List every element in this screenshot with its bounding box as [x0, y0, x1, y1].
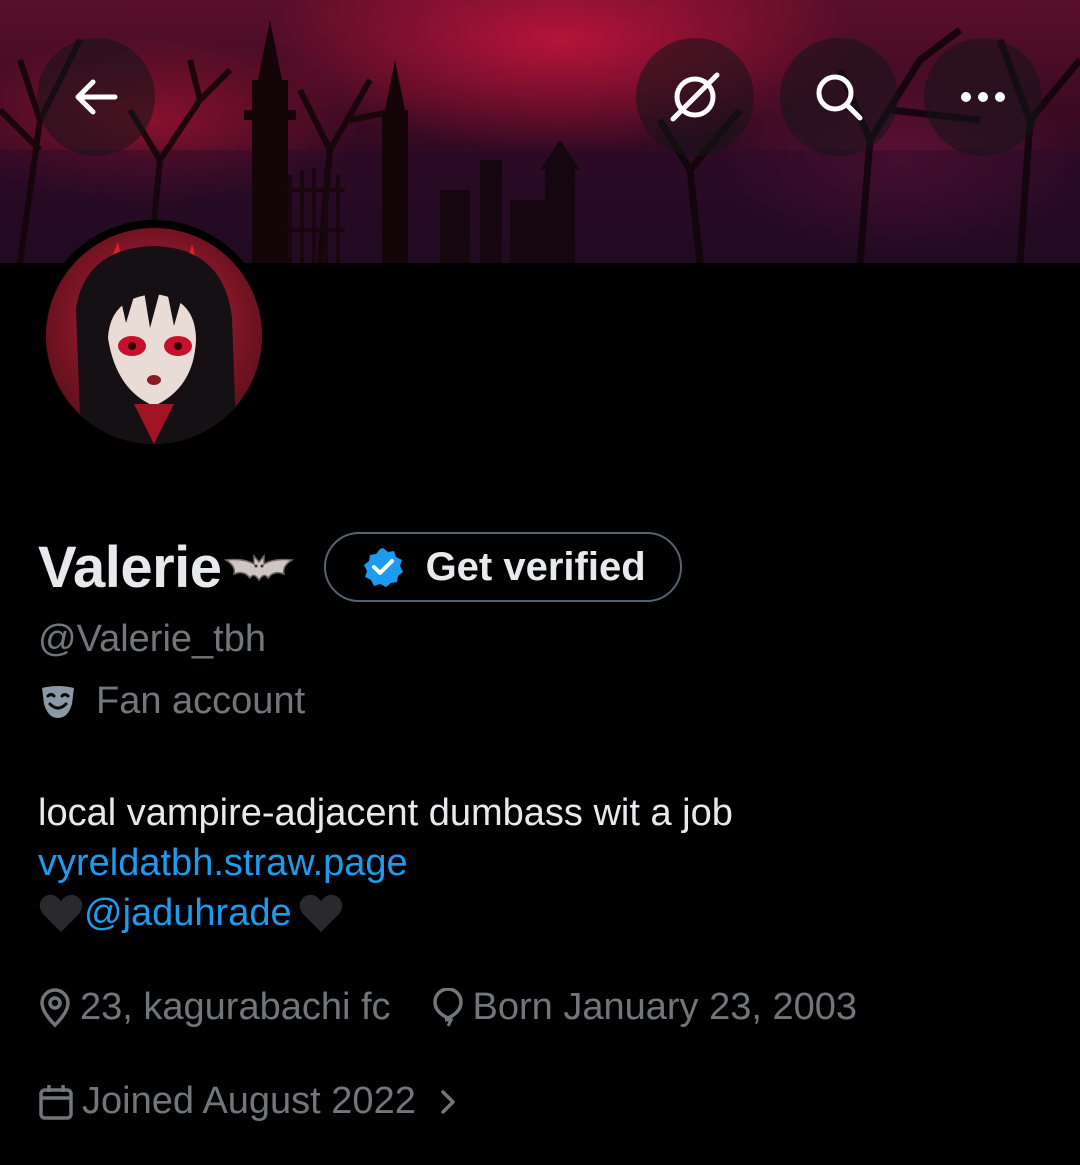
joined-text: Joined August 2022	[82, 1080, 416, 1122]
grok-button[interactable]	[636, 38, 754, 156]
theater-mask-icon	[42, 685, 74, 718]
bio-text: local vampire-adjacent dumbass wit a job	[38, 792, 733, 834]
joined-item[interactable]: Joined August 2022	[38, 1080, 458, 1123]
location-item: 23, kagurabachi fc	[38, 986, 391, 1029]
avatar-image	[46, 228, 262, 444]
grok-icon	[670, 72, 720, 122]
location-text: 23, kagurabachi fc	[80, 986, 391, 1028]
chevron-right-icon	[441, 1089, 455, 1114]
profile-category: Fan account	[38, 680, 305, 723]
display-name: Valerie	[38, 534, 222, 600]
bat-emoji	[223, 553, 294, 582]
location-pin-icon	[40, 987, 70, 1027]
bio-link[interactable]: vyreldatbh.straw.page	[38, 838, 408, 888]
name-row: Valerie Get verified	[38, 530, 682, 604]
arrow-left-icon	[75, 79, 118, 115]
category-label: Fan account	[96, 680, 306, 722]
bio-mention[interactable]: @jaduhrade	[84, 888, 292, 938]
back-button[interactable]	[37, 38, 155, 156]
get-verified-label: Get verified	[425, 544, 646, 589]
profile-bio: local vampire-adjacent dumbass wit a job…	[38, 788, 733, 938]
black-heart-emoji	[299, 894, 342, 932]
more-button[interactable]	[924, 38, 1042, 156]
profile-meta: 23, kagurabachi fc Born January 23, 2003	[38, 986, 857, 1029]
search-icon	[816, 74, 863, 121]
avatar[interactable]	[38, 220, 270, 452]
black-heart-emoji	[39, 894, 83, 932]
profile-handle: @Valerie_tbh	[38, 618, 266, 660]
more-horizontal-icon	[961, 92, 1005, 102]
get-verified-button[interactable]: Get verified	[323, 532, 682, 602]
search-button[interactable]	[780, 38, 898, 156]
calendar-icon	[39, 1084, 73, 1120]
birth-item: Born January 23, 2003	[431, 986, 858, 1029]
verified-badge-icon	[363, 548, 403, 587]
balloon-icon	[432, 987, 463, 1027]
birth-text: Born January 23, 2003	[472, 986, 858, 1028]
